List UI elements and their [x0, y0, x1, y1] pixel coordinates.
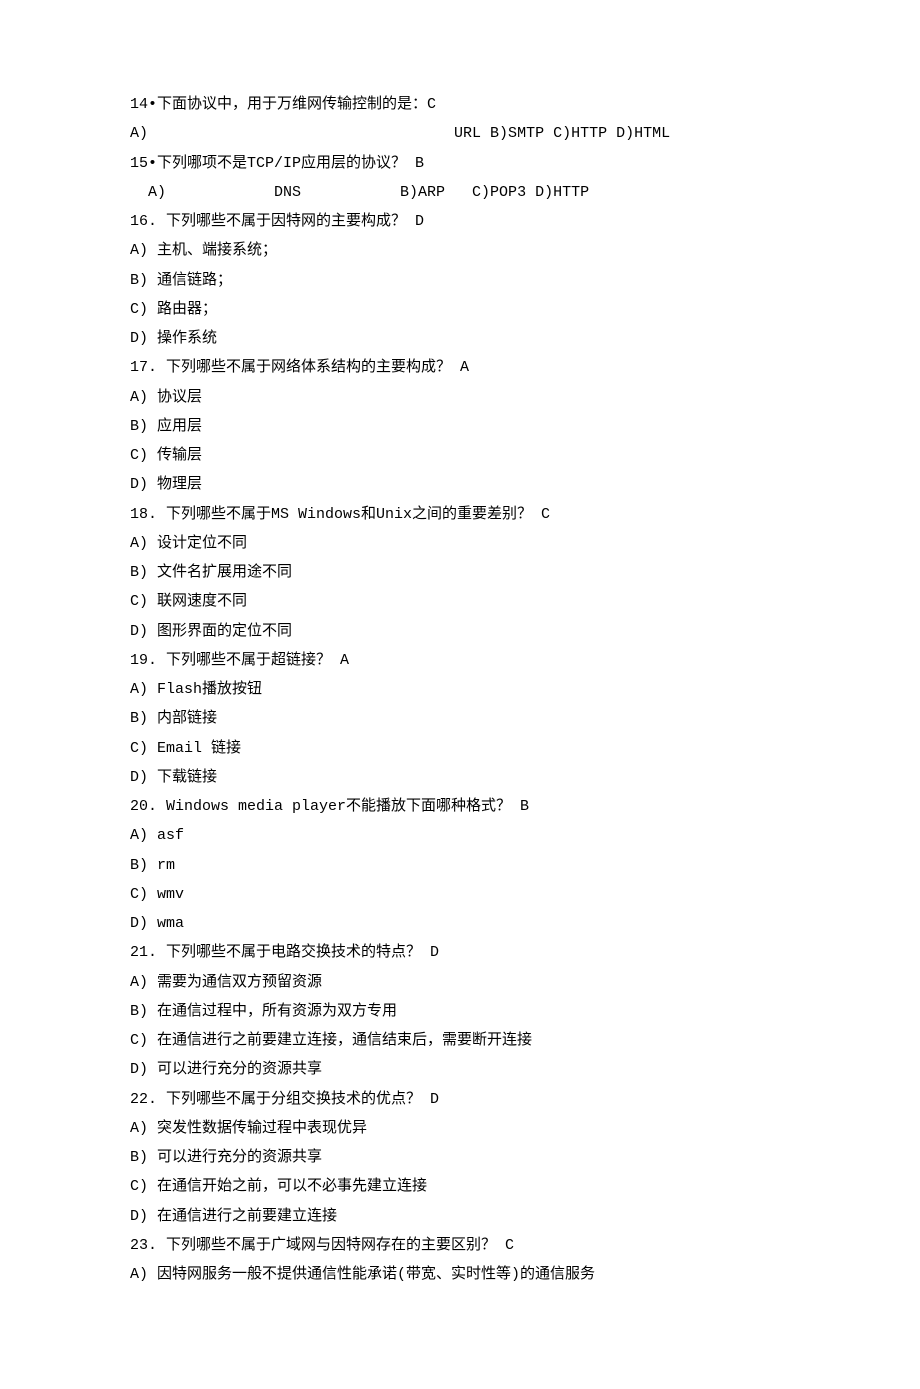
text-line: A) 主机、端接系统；	[130, 236, 790, 265]
text-line: A) 设计定位不同	[130, 529, 790, 558]
text-line: A) 协议层	[130, 383, 790, 412]
text-line: B) 内部链接	[130, 704, 790, 733]
text-line: 18. 下列哪些不属于MS Windows和Unix之间的重要差别？ C	[130, 500, 790, 529]
text-line: D) 下载链接	[130, 763, 790, 792]
text-line: D) 图形界面的定位不同	[130, 617, 790, 646]
text-line: A) URL B)SMTP C)HTTP D)HTML	[130, 119, 790, 148]
text-line: C) 在通信开始之前，可以不必事先建立连接	[130, 1172, 790, 1201]
text-line: C) Email 链接	[130, 734, 790, 763]
text-line: 22. 下列哪些不属于分组交换技术的优点？ D	[130, 1085, 790, 1114]
text-line: 14•下面协议中，用于万维网传输控制的是：C	[130, 90, 790, 119]
text-line: C) 联网速度不同	[130, 587, 790, 616]
text-line: D) 可以进行充分的资源共享	[130, 1055, 790, 1084]
text-line: A) 突发性数据传输过程中表现优异	[130, 1114, 790, 1143]
text-line: 19. 下列哪些不属于超链接？ A	[130, 646, 790, 675]
text-line: 15•下列哪项不是TCP/IP应用层的协议？ B	[130, 149, 790, 178]
text-line: C) wmv	[130, 880, 790, 909]
text-line: 23. 下列哪些不属于广域网与因特网存在的主要区别？ C	[130, 1231, 790, 1260]
text-line: 21. 下列哪些不属于电路交换技术的特点？ D	[130, 938, 790, 967]
text-line: C) 在通信进行之前要建立连接，通信结束后，需要断开连接	[130, 1026, 790, 1055]
text-line: D) wma	[130, 909, 790, 938]
text-line: C) 路由器；	[130, 295, 790, 324]
text-line: D) 在通信进行之前要建立连接	[130, 1202, 790, 1231]
text-line: A) Flash播放按钮	[130, 675, 790, 704]
text-line: B) 在通信过程中，所有资源为双方专用	[130, 997, 790, 1026]
text-line: B) 可以进行充分的资源共享	[130, 1143, 790, 1172]
text-line: D) 物理层	[130, 470, 790, 499]
text-line: A) 需要为通信双方预留资源	[130, 968, 790, 997]
text-line: A) DNS B)ARP C)POP3 D)HTTP	[130, 178, 790, 207]
text-line: B) 应用层	[130, 412, 790, 441]
text-line: A) 因特网服务一般不提供通信性能承诺(带宽、实时性等)的通信服务	[130, 1260, 790, 1289]
text-line: B) rm	[130, 851, 790, 880]
text-line: 17. 下列哪些不属于网络体系结构的主要构成？ A	[130, 353, 790, 382]
text-line: 20. Windows media player不能播放下面哪种格式？ B	[130, 792, 790, 821]
text-line: D) 操作系统	[130, 324, 790, 353]
text-line: 16. 下列哪些不属于因特网的主要构成？ D	[130, 207, 790, 236]
text-line: B) 通信链路；	[130, 266, 790, 295]
document-body: 14•下面协议中，用于万维网传输控制的是：CA) URL B)SMTP C)HT…	[130, 90, 790, 1289]
text-line: B) 文件名扩展用途不同	[130, 558, 790, 587]
text-line: A) asf	[130, 821, 790, 850]
text-line: C) 传输层	[130, 441, 790, 470]
